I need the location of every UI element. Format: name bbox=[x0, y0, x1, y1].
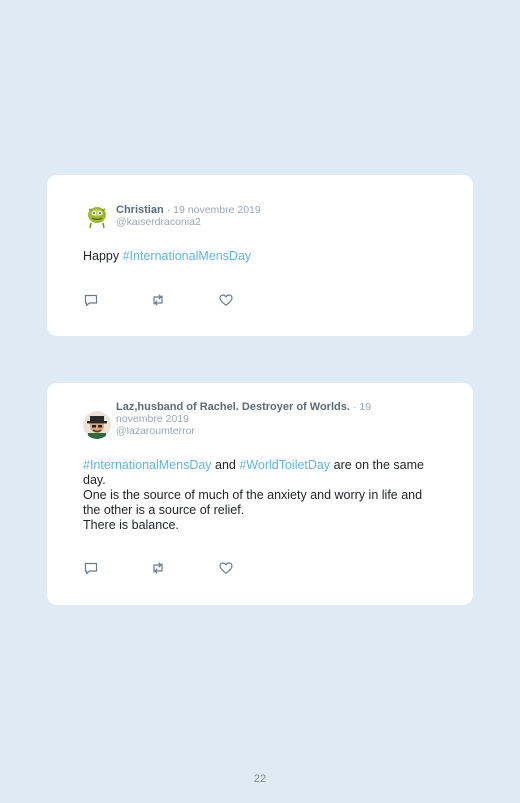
hashtag-link[interactable]: #InternationalMensDay bbox=[83, 458, 212, 472]
author-name[interactable]: Christian bbox=[116, 204, 164, 216]
avatar[interactable] bbox=[83, 202, 111, 230]
tweet-header: Laz,husband of Rachel. Destroyer of Worl… bbox=[116, 401, 416, 437]
avatar[interactable] bbox=[83, 411, 111, 439]
tweet-text: #InternationalMensDay and #WorldToiletDa… bbox=[83, 458, 437, 533]
tweet-date[interactable]: · 19 bbox=[353, 401, 371, 413]
retweet-icon[interactable] bbox=[150, 292, 166, 308]
retweet-icon[interactable] bbox=[150, 560, 166, 576]
tweet-text-line: There is balance. bbox=[83, 518, 179, 532]
man-with-hat-avatar-icon bbox=[83, 411, 111, 439]
author-handle[interactable]: @kaiserdraconia2 bbox=[116, 216, 261, 228]
tweet-date-continued[interactable]: novembre 2019 bbox=[116, 413, 416, 425]
hashtag-link[interactable]: #WorldToiletDay bbox=[239, 458, 330, 472]
tweet-text-line: One is the source of much of the anxiety… bbox=[83, 488, 423, 517]
tweet-text: Happy #InternationalMensDay bbox=[83, 249, 437, 264]
hashtag-link[interactable]: #InternationalMensDay bbox=[123, 249, 252, 263]
reply-icon[interactable] bbox=[83, 292, 99, 308]
author-name[interactable]: Laz,husband of Rachel. Destroyer of Worl… bbox=[116, 401, 350, 413]
tweet-card: Laz,husband of Rachel. Destroyer of Worl… bbox=[47, 383, 473, 605]
page-number: 22 bbox=[253, 773, 267, 785]
like-icon[interactable] bbox=[218, 292, 234, 308]
tweet-card: Christian · 19 novembre 2019 @kaiserdrac… bbox=[47, 175, 473, 336]
tweet-date[interactable]: · 19 novembre 2019 bbox=[167, 204, 261, 216]
tweet-header: Christian · 19 novembre 2019 @kaiserdrac… bbox=[116, 204, 261, 228]
reply-icon[interactable] bbox=[83, 560, 99, 576]
green-creature-avatar-icon bbox=[83, 202, 111, 230]
tweet-text-segment: Happy bbox=[83, 249, 123, 263]
author-handle[interactable]: @lazaroumterror bbox=[116, 425, 416, 437]
like-icon[interactable] bbox=[218, 560, 234, 576]
tweet-text-segment: and bbox=[211, 458, 240, 472]
tweet-text-line: #InternationalMensDay and #WorldToiletDa… bbox=[83, 458, 437, 488]
